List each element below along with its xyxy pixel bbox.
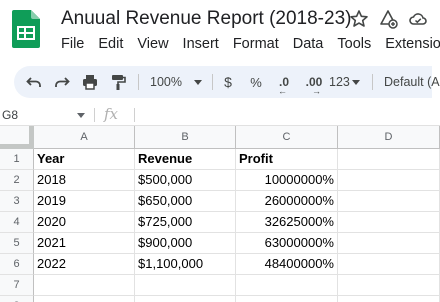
cell-a2[interactable]: 2018 — [34, 170, 135, 191]
menu-tools[interactable]: Tools — [337, 36, 371, 52]
chevron-down-icon — [194, 80, 202, 85]
toolbar-divider — [372, 74, 373, 90]
cell-c5[interactable]: 63000000% — [236, 233, 338, 254]
select-all-corner[interactable] — [0, 126, 34, 149]
cell-c3[interactable]: 26000000% — [236, 191, 338, 212]
arrow-left-icon: ← — [278, 86, 287, 96]
row-header[interactable]: 6 — [0, 254, 34, 275]
column-header-c[interactable]: C — [236, 126, 338, 149]
menu-edit[interactable]: Edit — [98, 36, 123, 52]
cell-a3[interactable]: 2019 — [34, 191, 135, 212]
redo-icon — [55, 77, 70, 87]
chevron-down-icon — [351, 79, 360, 85]
paint-format-button[interactable] — [106, 66, 130, 98]
currency-format-button[interactable]: $ — [218, 66, 238, 98]
menu-extensions[interactable]: Extensio — [385, 36, 440, 52]
cell-c1[interactable]: Profit — [236, 149, 338, 170]
formula-bar: G8 fx — [0, 104, 440, 126]
cell-b7[interactable] — [135, 275, 236, 296]
toolbar-divider — [212, 74, 213, 90]
move-to-folder-icon[interactable] — [378, 9, 398, 29]
row-header[interactable]: 1 — [0, 149, 34, 170]
cell-a6[interactable]: 2022 — [34, 254, 135, 275]
menu-view[interactable]: View — [137, 36, 168, 52]
cell-b5[interactable]: $900,000 — [135, 233, 236, 254]
fx-icon: fx — [104, 105, 119, 123]
cell-c8[interactable] — [236, 296, 338, 302]
increase-decimal-button[interactable]: .00 → — [300, 66, 328, 98]
star-icon[interactable] — [349, 9, 369, 29]
cell-c2[interactable]: 10000000% — [236, 170, 338, 191]
cell-b3[interactable]: $650,000 — [135, 191, 236, 212]
cell-d8[interactable] — [338, 296, 440, 302]
menu-file[interactable]: File — [61, 36, 84, 52]
cell-c4[interactable]: 32625000% — [236, 212, 338, 233]
sheets-logo-icon[interactable] — [12, 10, 40, 48]
cell-d3[interactable] — [338, 191, 440, 212]
row-header[interactable]: 2 — [0, 170, 34, 191]
cell-c6[interactable]: 48400000% — [236, 254, 338, 275]
row-header[interactable]: 3 — [0, 191, 34, 212]
percent-format-button[interactable]: % — [246, 66, 266, 98]
cloud-status-icon[interactable] — [408, 9, 428, 29]
cell-d4[interactable] — [338, 212, 440, 233]
row-header[interactable]: 7 — [0, 275, 34, 296]
cell-c7[interactable] — [236, 275, 338, 296]
arrow-right-icon: → — [312, 86, 321, 96]
title-bar: Anuual Revenue Report (2018-23) File Edi… — [0, 0, 440, 62]
chevron-down-icon[interactable] — [77, 113, 85, 118]
toolbar: 100% $ % .0 ← .00 → 123 Default (A — [14, 66, 440, 98]
cell-a4[interactable]: 2020 — [34, 212, 135, 233]
menu-insert[interactable]: Insert — [183, 36, 219, 52]
undo-button[interactable] — [22, 66, 46, 98]
cell-d2[interactable] — [338, 170, 440, 191]
print-button[interactable] — [78, 66, 102, 98]
cell-reference: G8 — [2, 108, 19, 122]
row-header[interactable]: 8 — [0, 296, 34, 302]
zoom-select[interactable]: 100% — [146, 66, 206, 98]
cell-a8[interactable] — [34, 296, 135, 302]
spreadsheet-grid: A B C D 1 2 3 4 5 6 7 8 Year Revenue Pro… — [0, 126, 440, 302]
row-header[interactable]: 4 — [0, 212, 34, 233]
cell-d6[interactable] — [338, 254, 440, 275]
print-icon — [83, 75, 97, 90]
font-family-select[interactable]: Default (A — [380, 66, 440, 98]
cell-b8[interactable] — [135, 296, 236, 302]
cell-a7[interactable] — [34, 275, 135, 296]
zoom-value: 100% — [150, 75, 182, 89]
formula-divider — [134, 108, 135, 122]
more-formats-button[interactable]: 123 — [329, 66, 367, 98]
cell-a1[interactable]: Year — [34, 149, 135, 170]
column-header-d[interactable]: D — [338, 126, 440, 149]
cell-b1[interactable]: Revenue — [135, 149, 236, 170]
menu-bar: File Edit View Insert Format Data Tools … — [61, 36, 440, 52]
document-title[interactable]: Anuual Revenue Report (2018-23) — [61, 8, 351, 30]
cell-b4[interactable]: $725,000 — [135, 212, 236, 233]
redo-button[interactable] — [50, 66, 74, 98]
cell-d7[interactable] — [338, 275, 440, 296]
undo-icon — [26, 77, 41, 87]
cell-b2[interactable]: $500,000 — [135, 170, 236, 191]
column-header-a[interactable]: A — [34, 126, 135, 149]
menu-data[interactable]: Data — [293, 36, 324, 52]
cell-b6[interactable]: $1,100,000 — [135, 254, 236, 275]
toolbar-divider — [138, 74, 139, 90]
formula-divider — [94, 108, 95, 122]
cell-d1[interactable] — [338, 149, 440, 170]
cell-d5[interactable] — [338, 233, 440, 254]
decrease-decimal-button[interactable]: .0 ← — [270, 66, 298, 98]
menu-format[interactable]: Format — [233, 36, 279, 52]
more-formats-label: 123 — [329, 75, 350, 89]
cell-a5[interactable]: 2021 — [34, 233, 135, 254]
column-header-b[interactable]: B — [135, 126, 236, 149]
paint-format-icon — [112, 75, 126, 90]
row-header[interactable]: 5 — [0, 233, 34, 254]
